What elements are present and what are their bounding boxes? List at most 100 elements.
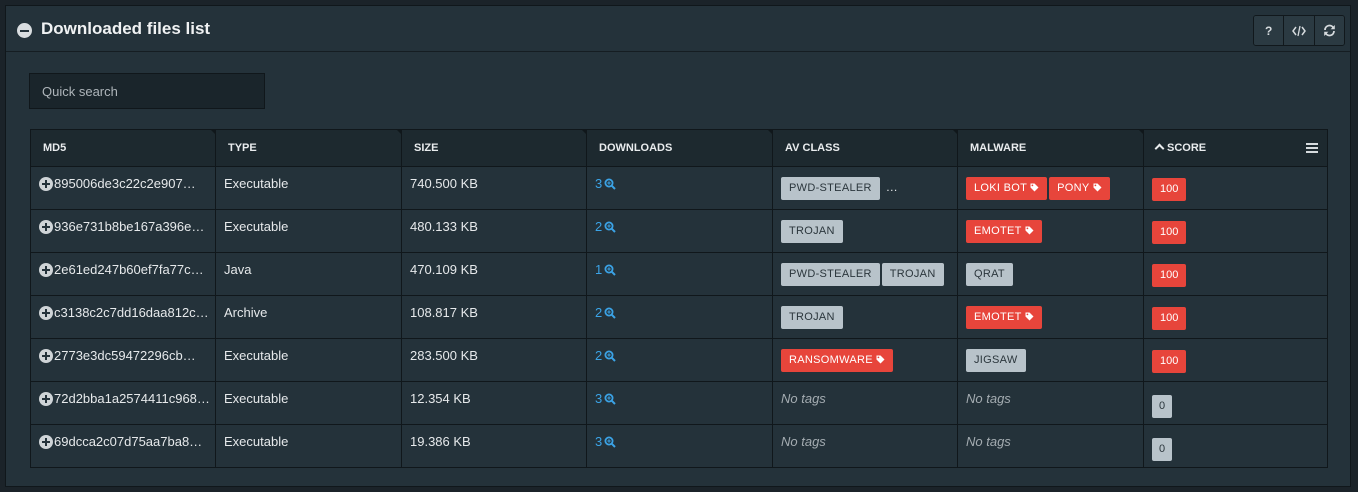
malware-tag[interactable]: QRAT	[966, 263, 1013, 286]
cell-md5: 69dcca2c07d75aa7ba8…	[31, 425, 216, 468]
more-tags-indicator[interactable]: …	[886, 180, 898, 194]
size-value: 283.500 KB	[410, 348, 478, 363]
plus-circle-icon[interactable]	[39, 263, 53, 277]
column-header-size[interactable]: SIZE	[402, 129, 587, 166]
md5-value[interactable]: 2e61ed247b60ef7fa77c…	[54, 262, 215, 277]
help-button[interactable]: ?	[1254, 16, 1285, 45]
md5-value[interactable]: c3138c2c7dd16daa812c…	[54, 305, 215, 320]
cell-score: 100	[1144, 167, 1327, 209]
av-class-tag[interactable]: RANSOMWARE	[781, 349, 893, 372]
column-label: MD5	[43, 142, 67, 154]
table-row: 2773e3dc59472296cb… Executable 283.500 KB 2…	[31, 339, 1327, 382]
tag-label: EMOTET	[974, 225, 1022, 237]
cell-type: Executable	[216, 382, 402, 424]
av-class-tag[interactable]: TROJAN	[781, 306, 843, 329]
tag-label: QRAT	[974, 268, 1005, 280]
cell-downloads: 2	[587, 210, 773, 252]
downloads-count: 1	[595, 262, 603, 277]
cell-size: 470.109 KB	[402, 253, 587, 295]
cell-downloads: 3	[587, 167, 773, 209]
refresh-button[interactable]	[1314, 16, 1344, 45]
av-class-tag[interactable]: TROJAN	[781, 220, 843, 243]
magnifier-icon	[604, 307, 616, 322]
cell-size: 740.500 KB	[402, 167, 587, 209]
no-tags-label: No tags	[966, 434, 1011, 449]
column-header-av-class[interactable]: AV CLASS	[773, 129, 958, 166]
no-tags-label: No tags	[966, 391, 1011, 406]
magnifier-icon	[604, 264, 616, 279]
plus-circle-icon[interactable]	[39, 177, 53, 191]
table-row: 936e731b8be167a396e… Executable 480.133 KB…	[31, 210, 1327, 253]
score-badge: 100	[1152, 221, 1187, 244]
malware-tag[interactable]: JIGSAW	[966, 349, 1026, 372]
cell-malware: No tags	[958, 382, 1144, 424]
downloads-link[interactable]: 2	[595, 219, 616, 234]
cell-av-class: PWD-STEALER TROJAN	[773, 253, 958, 295]
cell-av-class: TROJAN	[773, 296, 958, 338]
md5-value[interactable]: 69dcca2c07d75aa7ba8…	[54, 434, 215, 449]
panel-title: Downloaded files list	[41, 19, 211, 38]
score-badge: 100	[1152, 350, 1187, 373]
downloads-link[interactable]: 3	[595, 176, 616, 191]
md5-value[interactable]: 895006de3c22c2e907…	[54, 176, 215, 191]
downloads-link[interactable]: 2	[595, 305, 616, 320]
column-header-md5[interactable]: MD5	[31, 129, 216, 166]
av-class-tag[interactable]: PWD-STEALER	[781, 177, 880, 200]
column-label: TYPE	[228, 142, 257, 154]
cell-size: 19.386 KB	[402, 425, 587, 468]
column-label: MALWARE	[970, 142, 1027, 154]
malware-tag[interactable]: LOKI BOT	[966, 177, 1048, 200]
size-value: 470.109 KB	[410, 262, 478, 277]
minus-circle-icon[interactable]	[17, 23, 32, 38]
type-value: Executable	[224, 176, 289, 191]
cell-score: 100	[1144, 339, 1327, 381]
malware-tag[interactable]: PONY	[1049, 177, 1110, 200]
downloads-count: 3	[595, 176, 603, 191]
plus-circle-icon[interactable]	[39, 349, 53, 363]
no-tags-label: No tags	[781, 434, 826, 449]
cell-malware: No tags	[958, 425, 1144, 468]
embed-button[interactable]	[1284, 16, 1315, 45]
cell-type: Executable	[216, 425, 402, 468]
quick-search-input[interactable]: Quick search	[29, 73, 265, 109]
downloads-link[interactable]: 2	[595, 348, 616, 363]
hamburger-menu-icon[interactable]	[1306, 143, 1318, 153]
av-class-tag[interactable]: TROJAN	[881, 263, 944, 286]
type-value: Executable	[224, 348, 289, 363]
downloads-count: 2	[595, 219, 603, 234]
md5-value[interactable]: 2773e3dc59472296cb…	[54, 348, 215, 363]
downloads-link[interactable]: 3	[595, 434, 616, 449]
magnifier-icon	[604, 178, 616, 193]
plus-circle-icon[interactable]	[39, 220, 53, 234]
cell-score: 100	[1144, 296, 1327, 338]
size-value: 740.500 KB	[410, 176, 478, 191]
malware-tag[interactable]: EMOTET	[966, 306, 1042, 329]
downloads-link[interactable]: 1	[595, 262, 616, 277]
plus-circle-icon[interactable]	[39, 306, 53, 320]
cell-type: Executable	[216, 339, 402, 381]
cell-score: 0	[1144, 425, 1327, 468]
tag-label: EMOTET	[974, 311, 1022, 323]
column-header-score[interactable]: SCORE	[1144, 130, 1327, 166]
cell-score: 0	[1144, 382, 1327, 424]
cell-size: 12.354 KB	[402, 382, 587, 424]
cell-score: 100	[1144, 210, 1327, 252]
downloads-link[interactable]: 3	[595, 391, 616, 406]
column-header-type[interactable]: TYPE	[216, 129, 402, 166]
cell-downloads: 1	[587, 253, 773, 295]
md5-value[interactable]: 936e731b8be167a396e…	[54, 219, 215, 234]
plus-circle-icon[interactable]	[39, 392, 53, 406]
column-header-downloads[interactable]: DOWNLOADS	[587, 129, 773, 166]
size-value: 12.354 KB	[410, 391, 471, 406]
plus-circle-icon[interactable]	[39, 435, 53, 449]
malware-tag[interactable]: EMOTET	[966, 220, 1042, 243]
av-class-tag[interactable]: PWD-STEALER	[781, 263, 880, 286]
table-row: 72d2bba1a2574411c968… Executable 12.354 KB…	[31, 382, 1327, 425]
cell-downloads: 3	[587, 425, 773, 468]
md5-value[interactable]: 72d2bba1a2574411c968…	[54, 391, 215, 406]
table-row: 895006de3c22c2e907… Executable 740.500 KB 3…	[31, 167, 1327, 210]
score-badge: 0	[1152, 395, 1173, 418]
table-row: c3138c2c7dd16daa812c… Archive 108.817 KB 2 T…	[31, 296, 1327, 339]
tag-icon	[1025, 221, 1034, 244]
column-header-malware[interactable]: MALWARE	[958, 129, 1144, 166]
